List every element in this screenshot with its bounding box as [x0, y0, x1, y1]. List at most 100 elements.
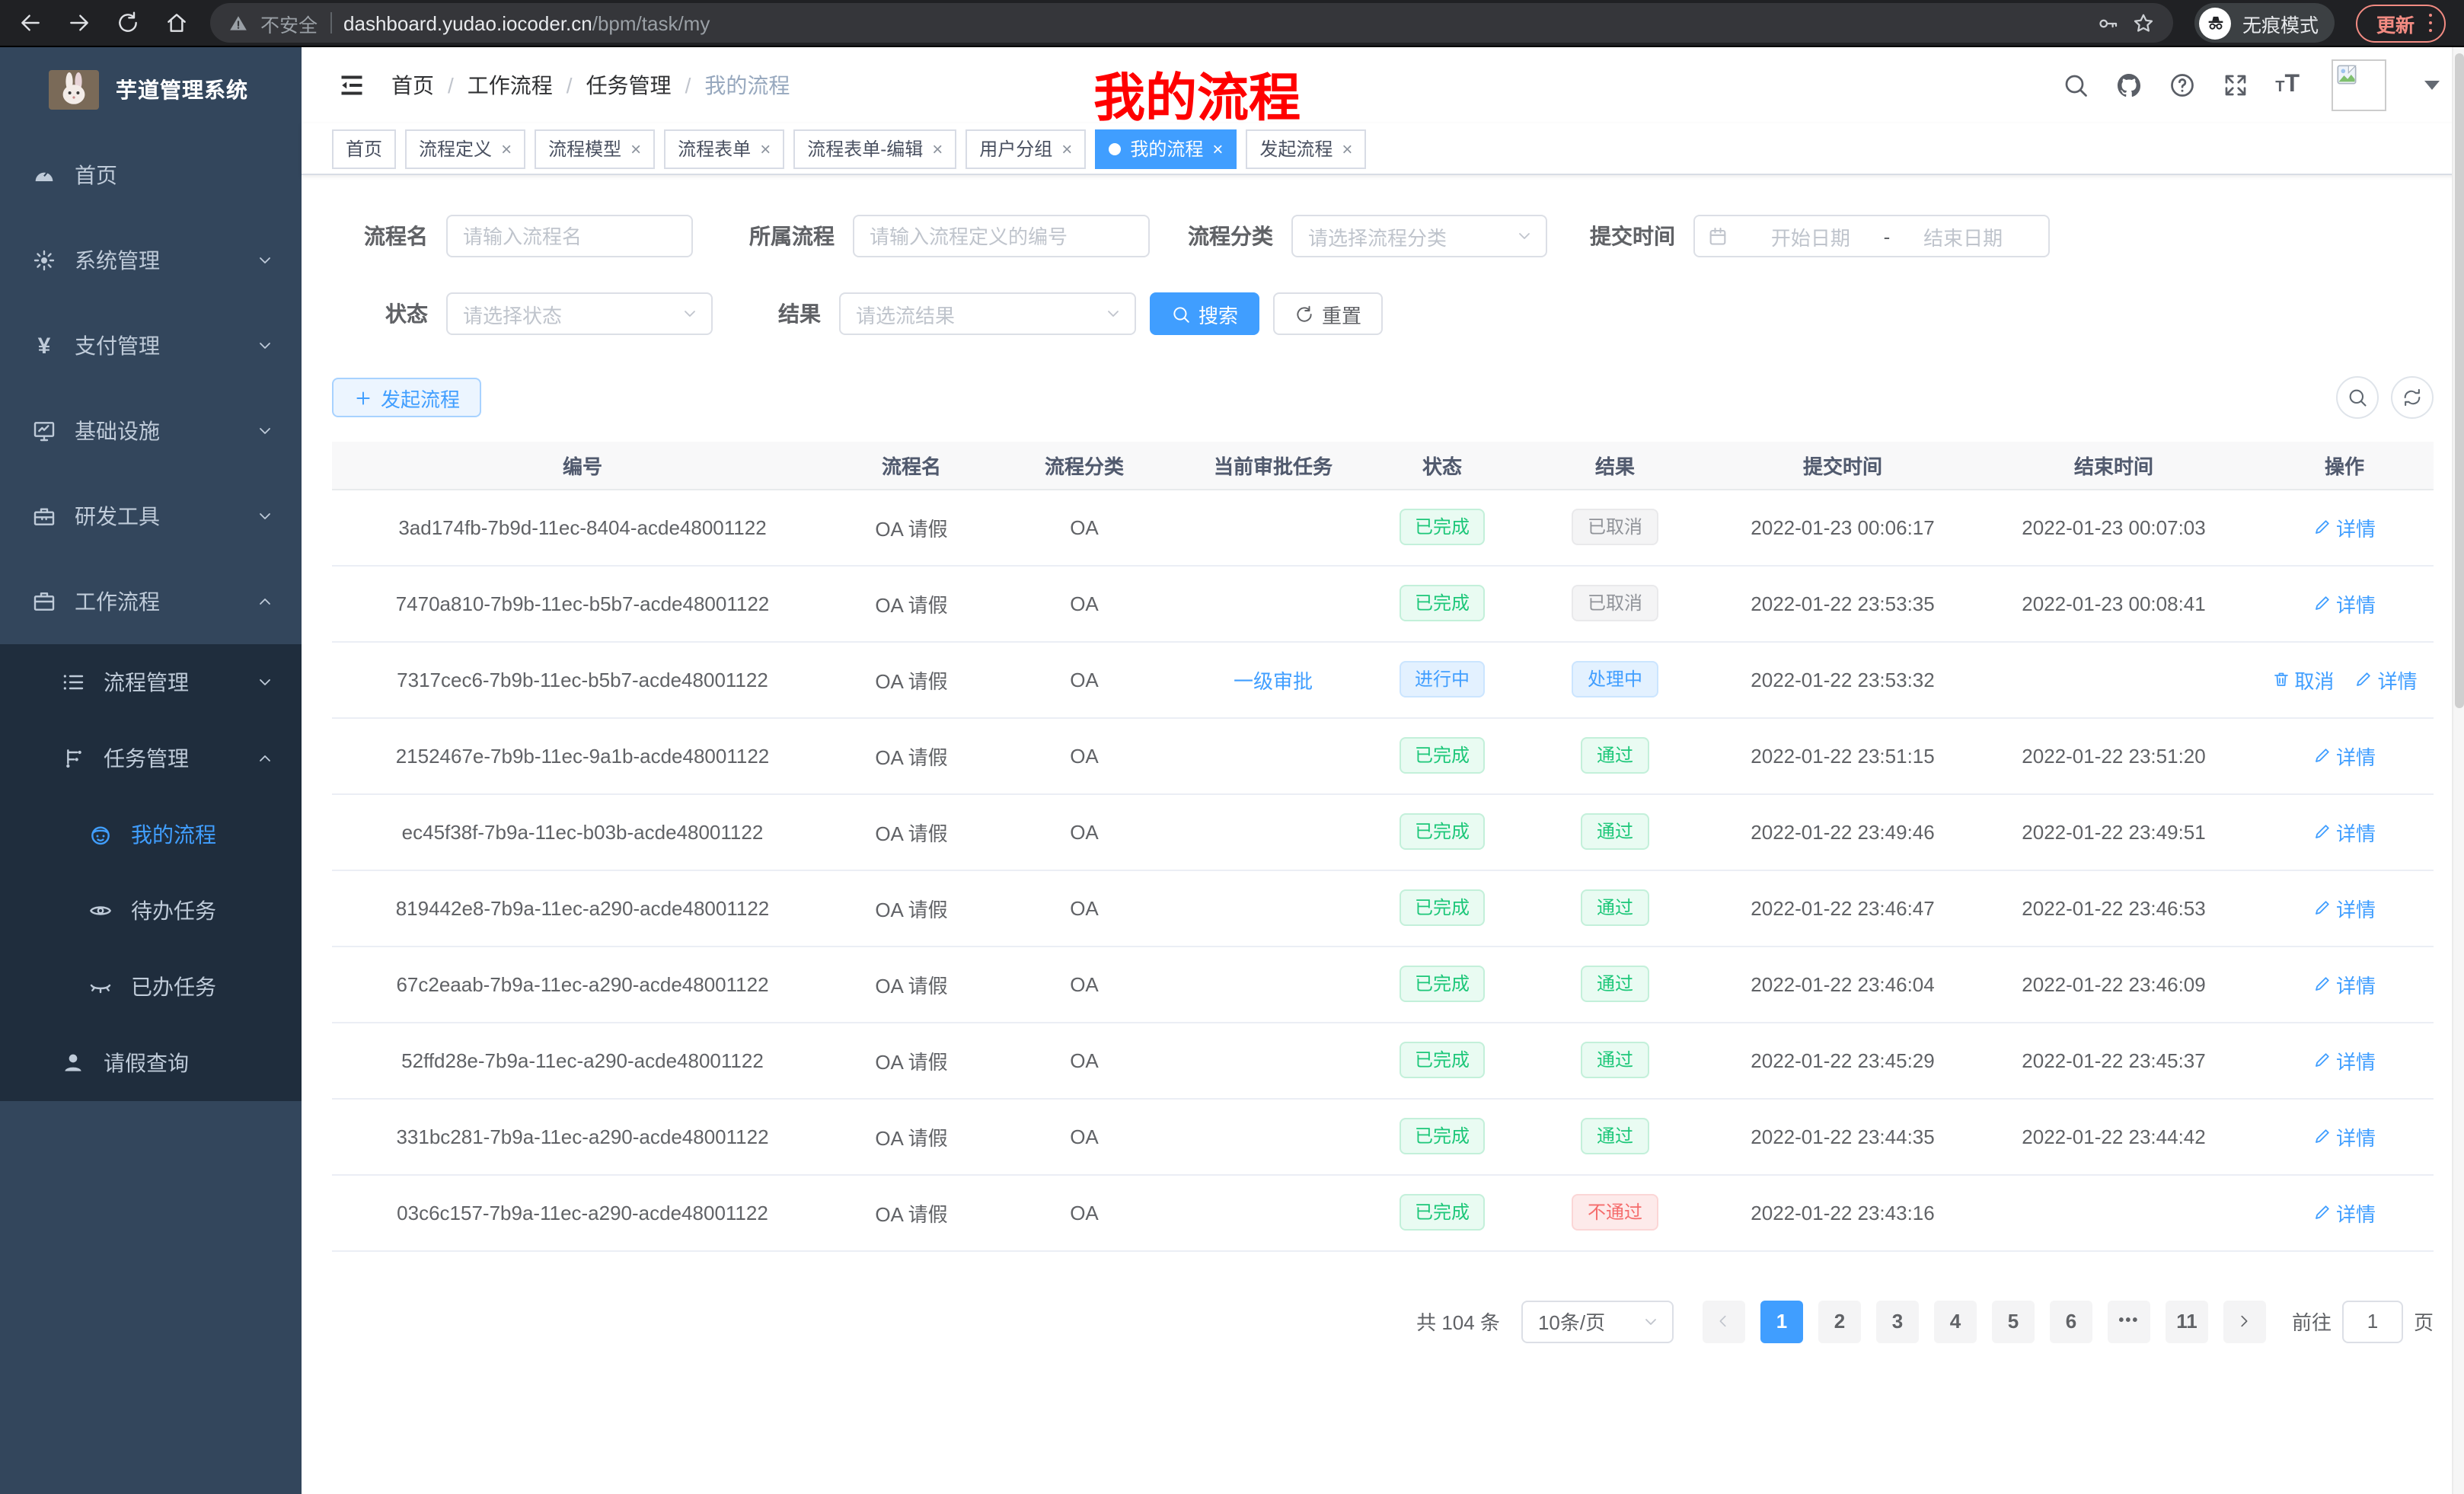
back-icon[interactable] [18, 11, 43, 35]
detail-link[interactable]: 详情 [2313, 893, 2376, 922]
fullscreen-icon[interactable] [2222, 72, 2249, 99]
home-icon[interactable] [164, 11, 189, 35]
font-size-icon[interactable]: TT [2275, 73, 2300, 97]
close-icon[interactable]: × [501, 139, 512, 158]
page-button-1[interactable]: 1 [1760, 1300, 1803, 1342]
page-button-4[interactable]: 4 [1934, 1300, 1977, 1342]
bookmark-star-icon[interactable] [2133, 11, 2156, 34]
detail-link[interactable]: 详情 [2313, 512, 2376, 541]
tab-my-process[interactable]: 我的流程× [1095, 129, 1237, 168]
sidebar-item-my-process[interactable]: 我的流程 [0, 796, 302, 873]
sidebar-item-task-mgmt[interactable]: 任务管理 [0, 720, 302, 796]
scrollbar-thumb[interactable] [2454, 53, 2463, 708]
detail-link[interactable]: 详情 [2313, 1198, 2376, 1227]
close-icon[interactable]: × [1061, 139, 1072, 158]
eye-open-icon [88, 899, 113, 923]
breadcrumb-home[interactable]: 首页 [391, 70, 434, 101]
reload-icon[interactable] [116, 11, 140, 35]
help-icon[interactable] [2169, 72, 2196, 99]
security-label[interactable]: 不安全 [260, 8, 318, 37]
sidebar-item-system[interactable]: 系统管理 [0, 218, 302, 303]
page-button-5[interactable]: 5 [1992, 1300, 2035, 1342]
next-page-button[interactable] [2223, 1300, 2266, 1342]
update-button[interactable]: 更新 [2357, 4, 2446, 42]
sidebar-item-workflow[interactable]: 工作流程 [0, 559, 302, 644]
process-name-input[interactable] [448, 216, 691, 256]
page-scrollbar[interactable] [2452, 47, 2464, 1494]
address-bar[interactable]: 不安全 dashboard.yudao.iocoder.cn/bpm/task/… [210, 3, 2174, 43]
sidebar-item-infra[interactable]: 基础设施 [0, 388, 302, 474]
sidebar-item-done-tasks[interactable]: 已办任务 [0, 949, 302, 1025]
close-icon[interactable]: × [1342, 139, 1352, 158]
breadcrumb: 首页 / 工作流程 / 任务管理 / 我的流程 [391, 70, 790, 101]
refresh-table-button[interactable] [2391, 376, 2434, 419]
current-task-link[interactable]: 一级审批 [1234, 669, 1313, 692]
key-icon[interactable] [2098, 11, 2121, 34]
parent-process-input[interactable] [854, 216, 1148, 256]
reset-button[interactable]: 重置 [1273, 292, 1383, 335]
page-button-11[interactable]: 11 [2166, 1300, 2208, 1342]
tab-user-group[interactable]: 用户分组× [965, 129, 1086, 168]
prev-page-button[interactable] [1703, 1300, 1745, 1342]
monitor-icon [32, 419, 56, 443]
sidebar-item-process-mgmt[interactable]: 流程管理 [0, 644, 302, 720]
sidebar-item-todo-tasks[interactable]: 待办任务 [0, 873, 302, 949]
robot-icon [88, 822, 113, 847]
detail-link[interactable]: 详情 [2313, 741, 2376, 770]
search-icon [2347, 387, 2368, 408]
close-icon[interactable]: × [1212, 139, 1223, 158]
watermark-title: 我的流程 [1093, 56, 1301, 131]
forward-icon[interactable] [67, 11, 91, 35]
tab-process-form-edit[interactable]: 流程表单-编辑× [793, 129, 956, 168]
show-search-button[interactable] [2336, 376, 2379, 419]
avatar[interactable] [2332, 59, 2386, 111]
sidebar-item-payment[interactable]: ¥ 支付管理 [0, 303, 302, 388]
chevron-left-icon [1716, 1312, 1732, 1329]
page-button-2[interactable]: 2 [1818, 1300, 1861, 1342]
tab-process-model[interactable]: 流程模型× [535, 129, 655, 168]
browser-menu-icon[interactable] [2428, 14, 2432, 33]
cancel-link[interactable]: 取消 [2271, 665, 2334, 694]
detail-link[interactable]: 详情 [2313, 969, 2376, 998]
tab-process-form[interactable]: 流程表单× [664, 129, 784, 168]
page-button-6[interactable]: 6 [2050, 1300, 2092, 1342]
github-icon[interactable] [2115, 72, 2143, 99]
detail-link[interactable]: 详情 [2313, 817, 2376, 846]
status-select[interactable]: 请选择状态 [446, 292, 713, 335]
table-row: 7317cec6-7b9b-11ec-b5b7-acde48001122OA 请… [332, 641, 2434, 717]
close-icon[interactable]: × [630, 139, 641, 158]
search-icon[interactable] [2062, 72, 2089, 99]
detail-link[interactable]: 详情 [2313, 1122, 2376, 1151]
tab-process-definition[interactable]: 流程定义× [405, 129, 525, 168]
result-tag: 通过 [1581, 1042, 1649, 1078]
create-process-button[interactable]: 发起流程 [332, 378, 481, 417]
breadcrumb-workflow[interactable]: 工作流程 [468, 70, 553, 101]
close-icon[interactable]: × [760, 139, 771, 158]
page-button-3[interactable]: 3 [1876, 1300, 1919, 1342]
sidebar-collapse-icon[interactable] [338, 72, 365, 99]
sidebar-item-leave-query[interactable]: 请假查询 [0, 1025, 302, 1101]
detail-link[interactable]: 详情 [2313, 589, 2376, 618]
edit-icon [2313, 746, 2332, 765]
search-button[interactable]: 搜索 [1150, 292, 1259, 335]
avatar-dropdown-caret[interactable] [2424, 81, 2440, 90]
date-range-picker[interactable]: 开始日期 - 结束日期 [1693, 215, 2050, 257]
tab-home[interactable]: 首页 [332, 129, 396, 168]
tab-start-process[interactable]: 发起流程× [1246, 129, 1366, 168]
table-row: 3ad174fb-7b9d-11ec-8404-acde48001122OA 请… [332, 489, 2434, 565]
page-size-select[interactable]: 10条/页 [1521, 1300, 1674, 1342]
sidebar-item-devtools[interactable]: 研发工具 [0, 474, 302, 559]
breadcrumb-task-mgmt[interactable]: 任务管理 [586, 70, 672, 101]
goto-page-input[interactable] [2342, 1300, 2403, 1342]
result-select[interactable]: 请选流结果 [839, 292, 1136, 335]
more-pages-button[interactable]: ••• [2108, 1300, 2150, 1342]
col-submit-time: 提交时间 [1713, 442, 1972, 489]
category-select[interactable]: 请选择流程分类 [1291, 215, 1547, 257]
detail-link[interactable]: 详情 [2313, 1045, 2376, 1074]
detail-link[interactable]: 详情 [2355, 665, 2418, 694]
tags-view: 首页 流程定义× 流程模型× 流程表单× 流程表单-编辑× 用户分组× 我的流程… [302, 123, 2464, 175]
chevron-down-icon [256, 422, 274, 440]
result-tag: 处理中 [1572, 661, 1658, 698]
sidebar-item-home[interactable]: 首页 [0, 132, 302, 218]
close-icon[interactable]: × [932, 139, 943, 158]
